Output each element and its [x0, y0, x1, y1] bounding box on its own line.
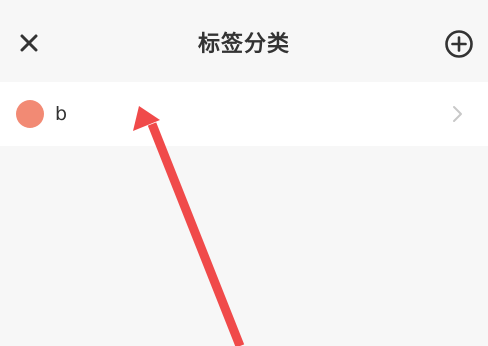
- plus-circle-icon: [445, 30, 473, 58]
- tag-list: b: [0, 82, 488, 146]
- top-bar: 标签分类: [0, 0, 488, 82]
- tag-label: b: [55, 103, 68, 125]
- add-tag-button[interactable]: [443, 28, 475, 60]
- tag-color-dot: [16, 100, 44, 128]
- list-item[interactable]: b: [0, 82, 488, 146]
- chevron-right-icon: [453, 106, 462, 122]
- page-title: 标签分类: [197, 32, 290, 57]
